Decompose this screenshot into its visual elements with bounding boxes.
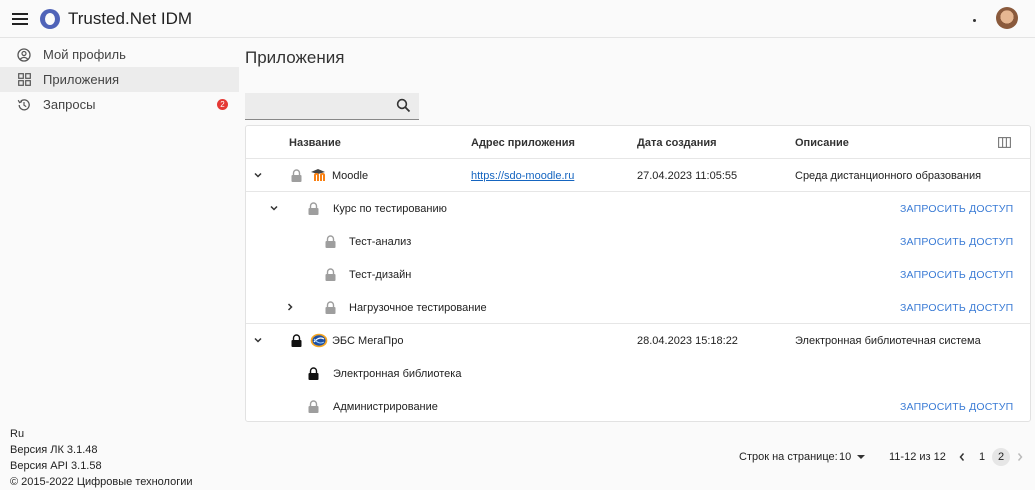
lock-icon [291, 334, 302, 350]
pagination: Строк на странице: 10 11-12 из 12 1 2 [239, 448, 1035, 468]
page-button-1[interactable]: 1 [973, 448, 991, 466]
app-bar: Trusted.Net IDM [0, 0, 1035, 38]
request-access-button[interactable]: ЗАПРОСИТЬ ДОСТУП [900, 236, 1013, 248]
resource-name: Тест-дизайн [349, 269, 412, 281]
request-access-button[interactable]: ЗАПРОСИТЬ ДОСТУП [900, 302, 1013, 314]
sidebar: Мой профиль Приложения Запросы 2 Ru Верс… [0, 38, 239, 490]
resource-name: Администрирование [333, 401, 438, 413]
menu-icon[interactable] [0, 0, 40, 38]
view-columns-icon[interactable] [998, 137, 1011, 151]
chevron-down-icon[interactable] [269, 203, 279, 216]
chevron-left-icon [959, 453, 965, 461]
table-row: Тест-дизайн ЗАПРОСИТЬ ДОСТУП [246, 258, 1030, 291]
search-icon[interactable] [396, 98, 411, 116]
lock-icon [325, 235, 336, 251]
page-button-2[interactable]: 2 [992, 448, 1010, 466]
moodle-logo-icon [310, 168, 328, 185]
table-row: Нагрузочное тестирование ЗАПРОСИТЬ ДОСТУ… [246, 291, 1030, 324]
app-url-link[interactable]: https://sdo-moodle.ru [471, 170, 574, 182]
rows-per-page-label: Строк на странице: [739, 451, 838, 463]
sidebar-footer: Ru Версия ЛК 3.1.48 Версия API 3.1.58 © … [10, 426, 193, 490]
resource-name: Электронная библиотека [333, 368, 462, 380]
lock-icon [325, 268, 336, 284]
account-circle-icon [17, 47, 31, 62]
request-access-button[interactable]: ЗАПРОСИТЬ ДОСТУП [900, 203, 1013, 215]
resource-name: Курс по тестированию [333, 203, 447, 215]
apps-icon [17, 73, 31, 87]
sidebar-item-profile[interactable]: Мой профиль [0, 42, 239, 67]
chevron-down-icon[interactable] [253, 170, 263, 183]
column-header-name[interactable]: Название [289, 137, 341, 149]
page-range: 11-12 из 12 [889, 451, 946, 463]
column-header-description[interactable]: Описание [795, 137, 849, 149]
app-created: 28.04.2023 15:18:22 [637, 335, 738, 347]
dropdown-arrow-icon [857, 455, 866, 460]
table-row: Moodle https://sdo-moodle.ru 27.04.2023 … [246, 159, 1030, 192]
table-row: Курс по тестированию ЗАПРОСИТЬ ДОСТУП [246, 192, 1030, 225]
sidebar-item-label: Запросы [43, 97, 96, 112]
next-page-button[interactable] [1011, 448, 1029, 466]
search-box [245, 93, 419, 120]
table-row: Тест-анализ ЗАПРОСИТЬ ДОСТУП [246, 225, 1030, 258]
sidebar-item-requests[interactable]: Запросы 2 [0, 92, 239, 117]
resource-name: Тест-анализ [349, 236, 412, 248]
app-title: Trusted.Net IDM [68, 8, 193, 28]
rows-per-page-value: 10 [839, 451, 852, 463]
table-row: Администрирование ЗАПРОСИТЬ ДОСТУП [246, 390, 1030, 423]
megapro-logo-icon [310, 333, 328, 351]
search-input[interactable] [251, 97, 386, 116]
avatar[interactable] [996, 7, 1018, 29]
history-icon [17, 98, 31, 112]
sidebar-item-label: Мой профиль [43, 47, 126, 62]
resource-name: Нагрузочное тестирование [349, 302, 487, 314]
request-access-button[interactable]: ЗАПРОСИТЬ ДОСТУП [900, 269, 1013, 281]
app-name: ЭБС МегаПро [332, 335, 404, 347]
chevron-down-icon[interactable] [253, 335, 263, 348]
column-header-url[interactable]: Адрес приложения [471, 137, 575, 149]
lock-icon [291, 169, 302, 185]
status-dot [973, 19, 976, 22]
api-version: Версия API 3.1.58 [10, 460, 102, 472]
requests-count-badge: 2 [217, 99, 228, 110]
sidebar-item-apps[interactable]: Приложения [0, 67, 239, 92]
copyright: © 2015-2022 Цифровые технологии [10, 476, 193, 488]
table-row: Электронная библиотека [246, 357, 1030, 390]
app-description: Электронная библиотечная система [795, 335, 981, 347]
app-created: 27.04.2023 11:05:55 [637, 170, 738, 182]
table-row: ЭБС МегаПро 28.04.2023 15:18:22 Электрон… [246, 324, 1030, 357]
rows-per-page-select[interactable]: 10 [839, 451, 866, 463]
lock-icon [308, 202, 319, 218]
lock-icon [325, 301, 336, 317]
page-title: Приложения [245, 48, 345, 67]
app-name: Moodle [332, 170, 369, 182]
request-access-button[interactable]: ЗАПРОСИТЬ ДОСТУП [900, 401, 1013, 413]
lock-icon [308, 400, 319, 416]
app-description: Среда дистанционного образования [795, 170, 982, 182]
sidebar-item-label: Приложения [43, 72, 120, 87]
column-header-created[interactable]: Дата создания [637, 137, 717, 149]
lk-version: Версия ЛК 3.1.48 [10, 444, 98, 456]
language-switch[interactable]: Ru [10, 426, 193, 442]
applications-table: Название Адрес приложения Дата создания … [245, 125, 1031, 422]
chevron-right-icon [1017, 453, 1023, 461]
chevron-right-icon[interactable] [285, 302, 295, 315]
table-header: Название Адрес приложения Дата создания … [246, 126, 1030, 159]
prev-page-button[interactable] [953, 448, 971, 466]
logo-icon [40, 8, 60, 29]
main-content: Приложения Название Адрес приложения Дат… [239, 38, 1035, 490]
lock-icon [308, 367, 319, 383]
